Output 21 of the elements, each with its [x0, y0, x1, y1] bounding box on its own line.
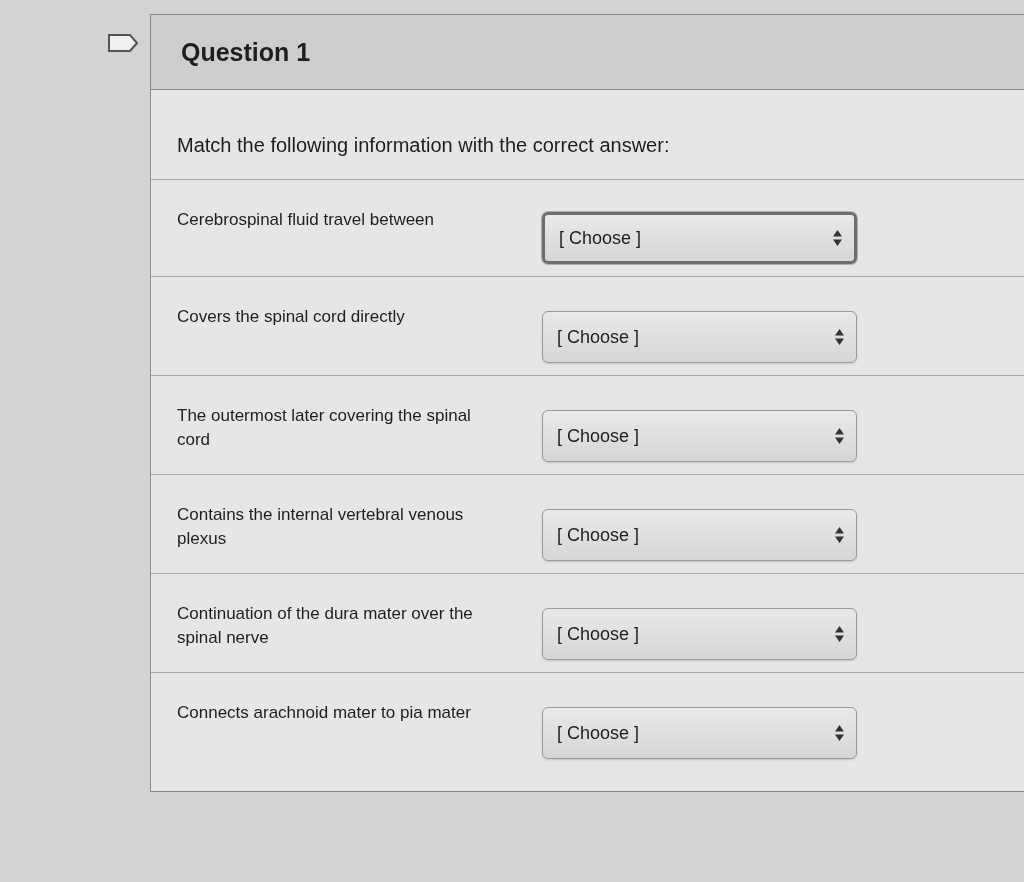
match-prompt: Cerebrospinal fluid travel between: [177, 209, 436, 231]
sort-arrows-icon: [835, 626, 844, 642]
match-prompt: Continuation of the dura mater over the spinal nerve: [177, 603, 474, 649]
answer-dropdown[interactable]: [ Choose ]: [542, 212, 857, 264]
question-title: Question 1: [181, 37, 311, 67]
answer-dropdown[interactable]: [ Choose ]: [542, 707, 857, 759]
sort-arrows-icon: [835, 329, 844, 345]
answer-dropdown[interactable]: [ Choose ]: [542, 311, 857, 363]
question-instruction: Match the following information with the correct answer:: [177, 134, 671, 158]
match-prompt: Covers the spinal cord directly: [177, 306, 406, 328]
sort-arrows-icon: [835, 725, 844, 741]
answer-dropdown[interactable]: [ Choose ]: [542, 509, 857, 561]
match-prompt: Contains the internal vertebral venous plexus: [177, 504, 465, 550]
answer-dropdown[interactable]: [ Choose ]: [542, 608, 857, 660]
bookmark-flag-icon[interactable]: [108, 34, 138, 52]
match-prompt: The outermost later covering the spinal cord: [177, 405, 472, 451]
match-prompt: Connects arachnoid mater to pia mater: [177, 702, 472, 724]
sort-arrows-icon: [835, 428, 844, 444]
sort-arrows-icon: [835, 527, 844, 543]
answer-dropdown[interactable]: [ Choose ]: [542, 410, 857, 462]
sort-arrows-icon: [833, 230, 842, 246]
